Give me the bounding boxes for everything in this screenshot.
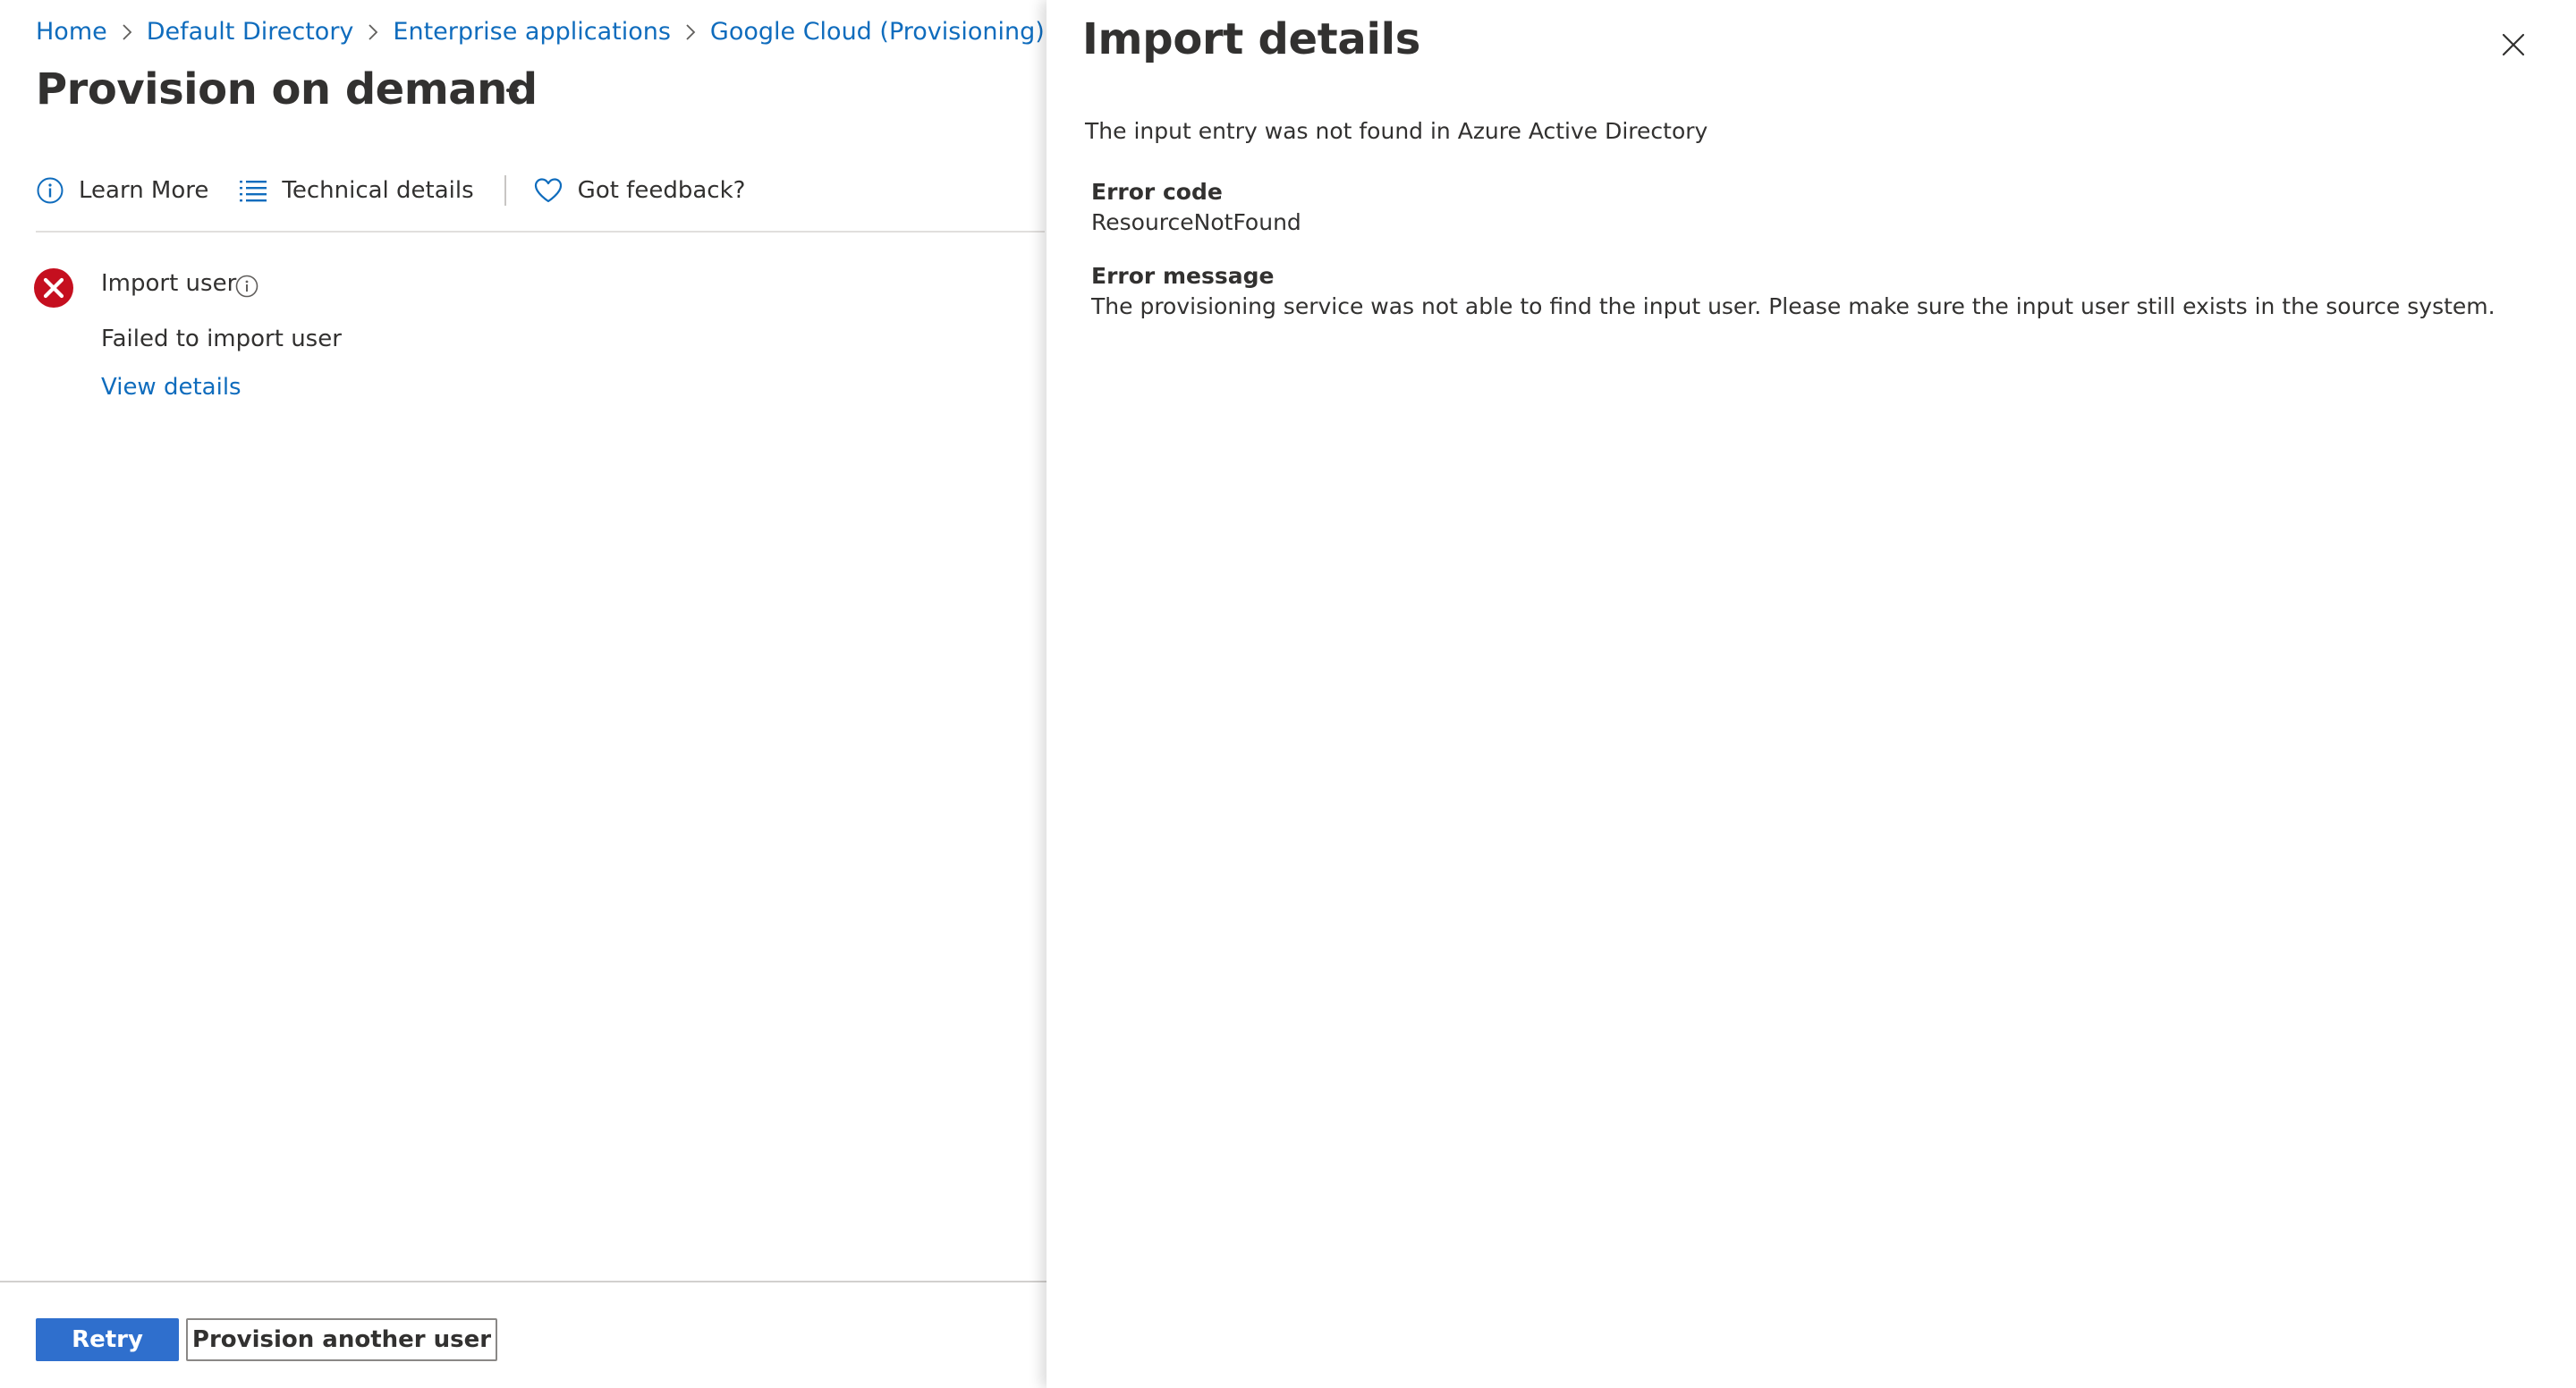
command-bar-divider xyxy=(36,231,1045,233)
info-icon xyxy=(36,176,64,205)
feedback-button[interactable]: Got feedback? xyxy=(533,177,746,204)
toolbar-divider xyxy=(504,175,506,206)
heart-icon xyxy=(533,177,564,204)
close-button[interactable] xyxy=(2496,27,2531,63)
page-title: Provision on demand xyxy=(36,64,538,114)
provision-another-user-button[interactable]: Provision another user xyxy=(186,1318,497,1361)
learn-more-button[interactable]: Learn More xyxy=(36,176,208,205)
ellipsis-icon xyxy=(497,89,519,92)
step-status-text: Failed to import user xyxy=(101,326,342,352)
chevron-right-icon xyxy=(122,23,132,41)
feedback-label: Got feedback? xyxy=(577,177,746,204)
provision-on-demand-blade: Home Default Directory Enterprise applic… xyxy=(0,0,1070,1388)
view-details-link[interactable]: View details xyxy=(101,374,242,401)
details-summary: The input entry was not found in Azure A… xyxy=(1085,118,1708,144)
chevron-right-icon xyxy=(368,23,378,41)
breadcrumb-home[interactable]: Home xyxy=(36,18,107,46)
technical-details-button[interactable]: Technical details xyxy=(239,177,474,204)
pane-title: Import details xyxy=(1082,14,1421,64)
info-icon[interactable] xyxy=(234,274,259,299)
learn-more-label: Learn More xyxy=(79,177,209,204)
close-icon xyxy=(2502,33,2525,56)
breadcrumb: Home Default Directory Enterprise applic… xyxy=(36,18,1084,46)
breadcrumb-enterprise-applications[interactable]: Enterprise applications xyxy=(393,18,670,46)
step-title: Import user xyxy=(101,270,237,297)
error-circle-icon xyxy=(34,268,73,308)
command-bar: Learn More Technical details Got feedbac… xyxy=(36,175,775,206)
retry-button[interactable]: Retry xyxy=(36,1318,179,1361)
error-message-value: The provisioning service was not able to… xyxy=(1091,293,2496,319)
technical-details-label: Technical details xyxy=(282,177,474,204)
breadcrumb-google-cloud-provisioning[interactable]: Google Cloud (Provisioning) xyxy=(710,18,1045,46)
list-icon xyxy=(239,178,267,203)
error-code-label: Error code xyxy=(1091,179,1223,205)
chevron-right-icon xyxy=(685,23,696,41)
more-options-button[interactable] xyxy=(490,77,526,104)
breadcrumb-default-directory[interactable]: Default Directory xyxy=(147,18,354,46)
import-details-pane: Import details The input entry was not f… xyxy=(1046,0,2576,1388)
error-code-value: ResourceNotFound xyxy=(1091,209,1301,235)
error-message-label: Error message xyxy=(1091,263,1275,289)
footer-divider xyxy=(0,1281,1046,1282)
